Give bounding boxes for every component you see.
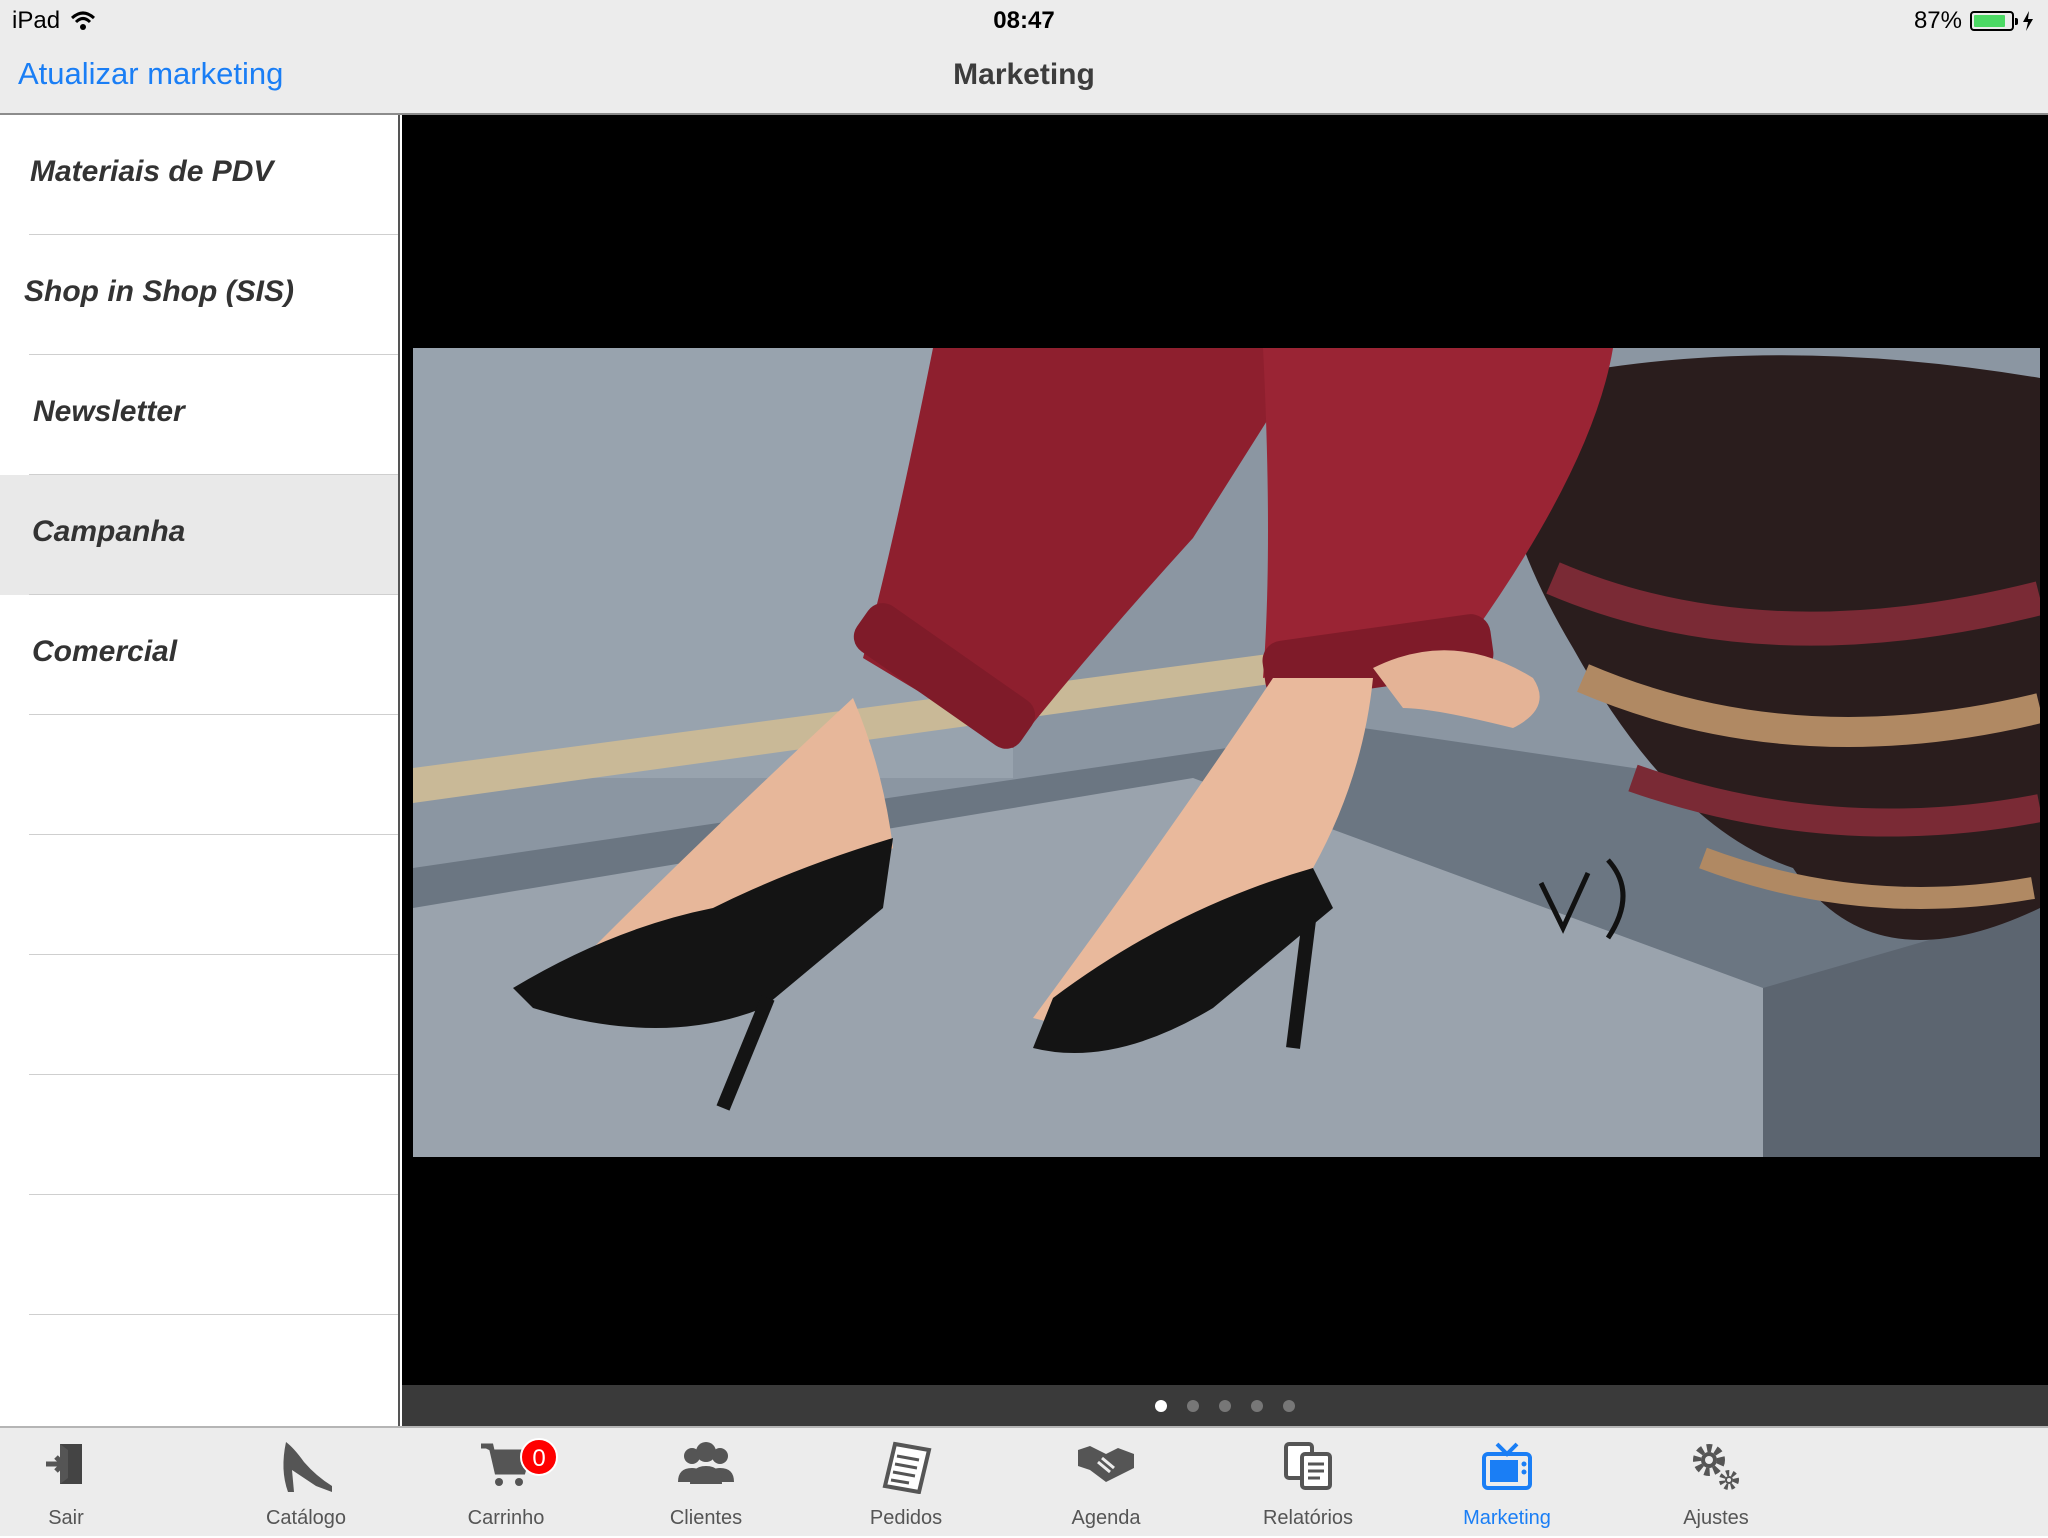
users-icon — [678, 1442, 734, 1484]
page-dot[interactable] — [1219, 1399, 1231, 1412]
tab-label: Relatórios — [1262, 1507, 1354, 1529]
sidebar-item-newsletter[interactable]: Newsletter — [0, 355, 398, 475]
tab-label: Marketing — [1463, 1507, 1551, 1529]
sidebar-item-label: Materiais de PDV — [30, 155, 274, 188]
page-indicator[interactable] — [402, 1385, 2048, 1426]
tab-bar: Sair Catálogo 0 Carrinho Clientes Pedido… — [0, 1426, 2048, 1536]
sidebar-item-materiais-pdv[interactable]: Materiais de PDV — [0, 115, 398, 235]
battery-percent: 87% — [1913, 7, 1962, 34]
tab-agenda[interactable]: Agenda — [1026, 1428, 1186, 1538]
status-time: 08:47 — [993, 7, 1055, 34]
sidebar-empty-row — [0, 1315, 398, 1426]
tab-label: Carrinho — [467, 1507, 545, 1529]
sidebar-empty-row — [0, 1195, 398, 1315]
reports-icon — [1284, 1442, 1332, 1490]
charging-bolt-icon — [2023, 11, 2033, 31]
tab-sair[interactable]: Sair — [0, 1428, 146, 1538]
sidebar-item-label: Comercial — [32, 635, 178, 668]
sidebar-item-label: Newsletter — [33, 395, 185, 428]
page-dot[interactable] — [1155, 1399, 1167, 1412]
sidebar-item-label: Campanha — [32, 515, 186, 548]
battery-icon — [1970, 11, 2018, 31]
tab-marketing[interactable]: Marketing — [1427, 1428, 1587, 1538]
tab-ajustes[interactable]: Ajustes — [1636, 1428, 1796, 1538]
page-dot[interactable] — [1187, 1399, 1199, 1412]
handshake-icon — [1078, 1446, 1134, 1482]
tab-relatorios[interactable]: Relatórios — [1228, 1428, 1388, 1538]
tab-label: Sair — [48, 1507, 84, 1529]
tab-label: Clientes — [669, 1507, 743, 1529]
campaign-photo-illustration — [413, 348, 2040, 1157]
cart-count-badge: 0 — [520, 1438, 558, 1476]
sidebar-empty-row — [0, 1075, 398, 1195]
campaign-photo[interactable] — [413, 348, 2040, 1157]
sidebar-item-campanha[interactable]: Campanha — [0, 475, 398, 595]
exit-icon — [46, 1444, 82, 1484]
sidebar-empty-row — [0, 835, 398, 955]
sidebar-item-label: Shop in Shop (SIS) — [24, 275, 294, 308]
tab-carrinho[interactable]: 0 Carrinho — [426, 1428, 586, 1538]
sidebar: Materiais de PDV Shop in Shop (SIS) News… — [0, 115, 400, 1426]
sidebar-empty-row — [0, 955, 398, 1075]
tv-icon — [1482, 1442, 1532, 1490]
page-dot[interactable] — [1251, 1399, 1263, 1412]
sidebar-item-comercial[interactable]: Comercial — [0, 595, 398, 715]
battery-fill — [1974, 15, 2006, 27]
high-heel-icon — [283, 1442, 332, 1492]
tab-label: Ajustes — [1683, 1507, 1749, 1529]
tab-pedidos[interactable]: Pedidos — [826, 1428, 986, 1538]
document-icon — [882, 1441, 932, 1494]
sidebar-item-shop-in-shop[interactable]: Shop in Shop (SIS) — [0, 235, 398, 355]
status-bar: iPad 08:47 87% — [0, 0, 2048, 42]
page-dot[interactable] — [1283, 1399, 1295, 1412]
sidebar-empty-row — [0, 715, 398, 835]
tab-label: Agenda — [1071, 1507, 1141, 1529]
status-right: 87% — [1914, 7, 2034, 35]
navigation-bar: Atualizar marketing Marketing — [0, 42, 2048, 115]
tab-catalogo[interactable]: Catálogo — [226, 1428, 386, 1538]
page-title: Marketing — [953, 58, 1095, 91]
tab-label: Pedidos — [869, 1507, 943, 1529]
gears-icon — [1693, 1444, 1739, 1490]
marketing-image-viewer[interactable] — [402, 115, 2048, 1385]
tab-clientes[interactable]: Clientes — [626, 1428, 786, 1538]
tab-label: Catálogo — [265, 1507, 347, 1529]
